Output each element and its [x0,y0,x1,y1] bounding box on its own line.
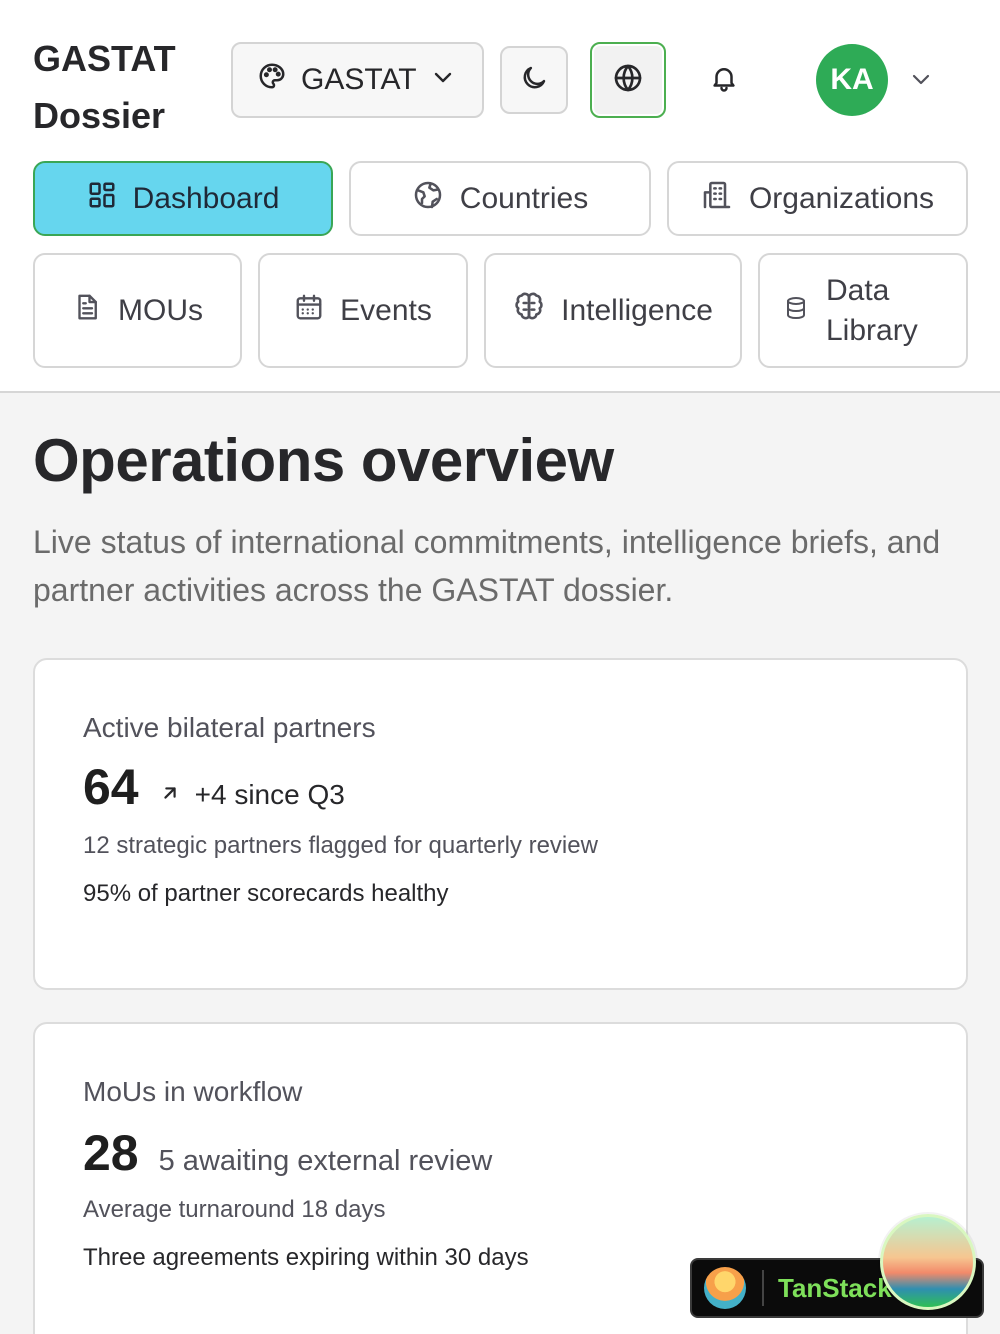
page-subtitle: Live status of international commitments… [33,524,941,608]
metric-row: 28 5 awaiting external review [83,1124,492,1182]
globe-map-icon [412,179,444,219]
divider [762,1270,764,1306]
nav-dashboard[interactable]: Dashboard [33,161,333,236]
card-detail: 95% of partner scorecards healthy [83,880,449,907]
card-detail: Three agreements expiring within 30 days [83,1244,529,1271]
nav-countries-label: Countries [459,181,589,215]
nav-organizations[interactable]: Organizations [667,161,968,236]
language-button[interactable] [590,42,666,118]
page-title: Operations overview [33,427,614,494]
moon-icon [519,63,549,98]
metric-trend-text: +4 since Q3 [194,779,345,810]
nav-data-library-label: Data Library [826,273,918,347]
devtools-toggle-logo-icon[interactable] [880,1214,976,1310]
arrow-up-right-icon [159,779,181,811]
user-avatar[interactable]: KA [816,44,888,116]
nav-mous-label: MOUs [118,293,203,327]
chevron-down-icon [431,63,455,97]
metric-row: 64 +4 since Q3 [83,758,345,816]
metric-value: 28 [83,1125,139,1181]
card-detail: Average turnaround 18 days [83,1196,386,1223]
bell-icon [709,63,739,98]
metric-trend-text: 5 awaiting external review [158,1145,493,1177]
calendar-icon [294,292,324,330]
brain-icon [513,291,545,331]
nav-organizations-label: Organizations [748,181,935,215]
theme-select[interactable]: GASTAT [231,42,484,118]
app-header: GASTAT Dossier GASTAT KA Dashboard Count… [0,0,1000,393]
dark-mode-toggle[interactable] [500,46,568,114]
nav-events[interactable]: Events [258,253,468,368]
nav-intelligence[interactable]: Intelligence [484,253,742,368]
tanstack-label: TanStack [778,1272,892,1303]
nav-data-library[interactable]: Data Library [758,253,968,368]
card-title: Active bilateral partners [83,712,376,743]
nav-events-label: Events [340,293,432,327]
building-icon [701,179,733,219]
nav-intelligence-label: Intelligence [561,293,713,327]
database-icon [784,294,808,328]
user-menu-chevron-icon[interactable] [906,64,936,94]
metric-trend: +4 since Q3 [159,779,345,811]
nav-mous[interactable]: MOUs [33,253,242,368]
palette-icon [257,61,287,99]
tanstack-logo-icon [704,1267,746,1309]
card-detail: 12 strategic partners flagged for quarte… [83,832,598,859]
globe-icon [612,62,644,99]
nav-dashboard-label: Dashboard [132,181,280,215]
document-icon [72,292,102,330]
nav-countries[interactable]: Countries [349,161,651,236]
card-title: MoUs in workflow [83,1076,303,1107]
app-brand: GASTAT Dossier [33,38,176,136]
theme-select-value: GASTAT [301,63,417,96]
metric-value: 64 [83,759,139,815]
metric-card-partners: Active bilateral partners 64 +4 since Q3… [33,658,968,990]
notifications-button[interactable] [700,56,748,104]
dashboard-grid-icon [87,180,117,218]
